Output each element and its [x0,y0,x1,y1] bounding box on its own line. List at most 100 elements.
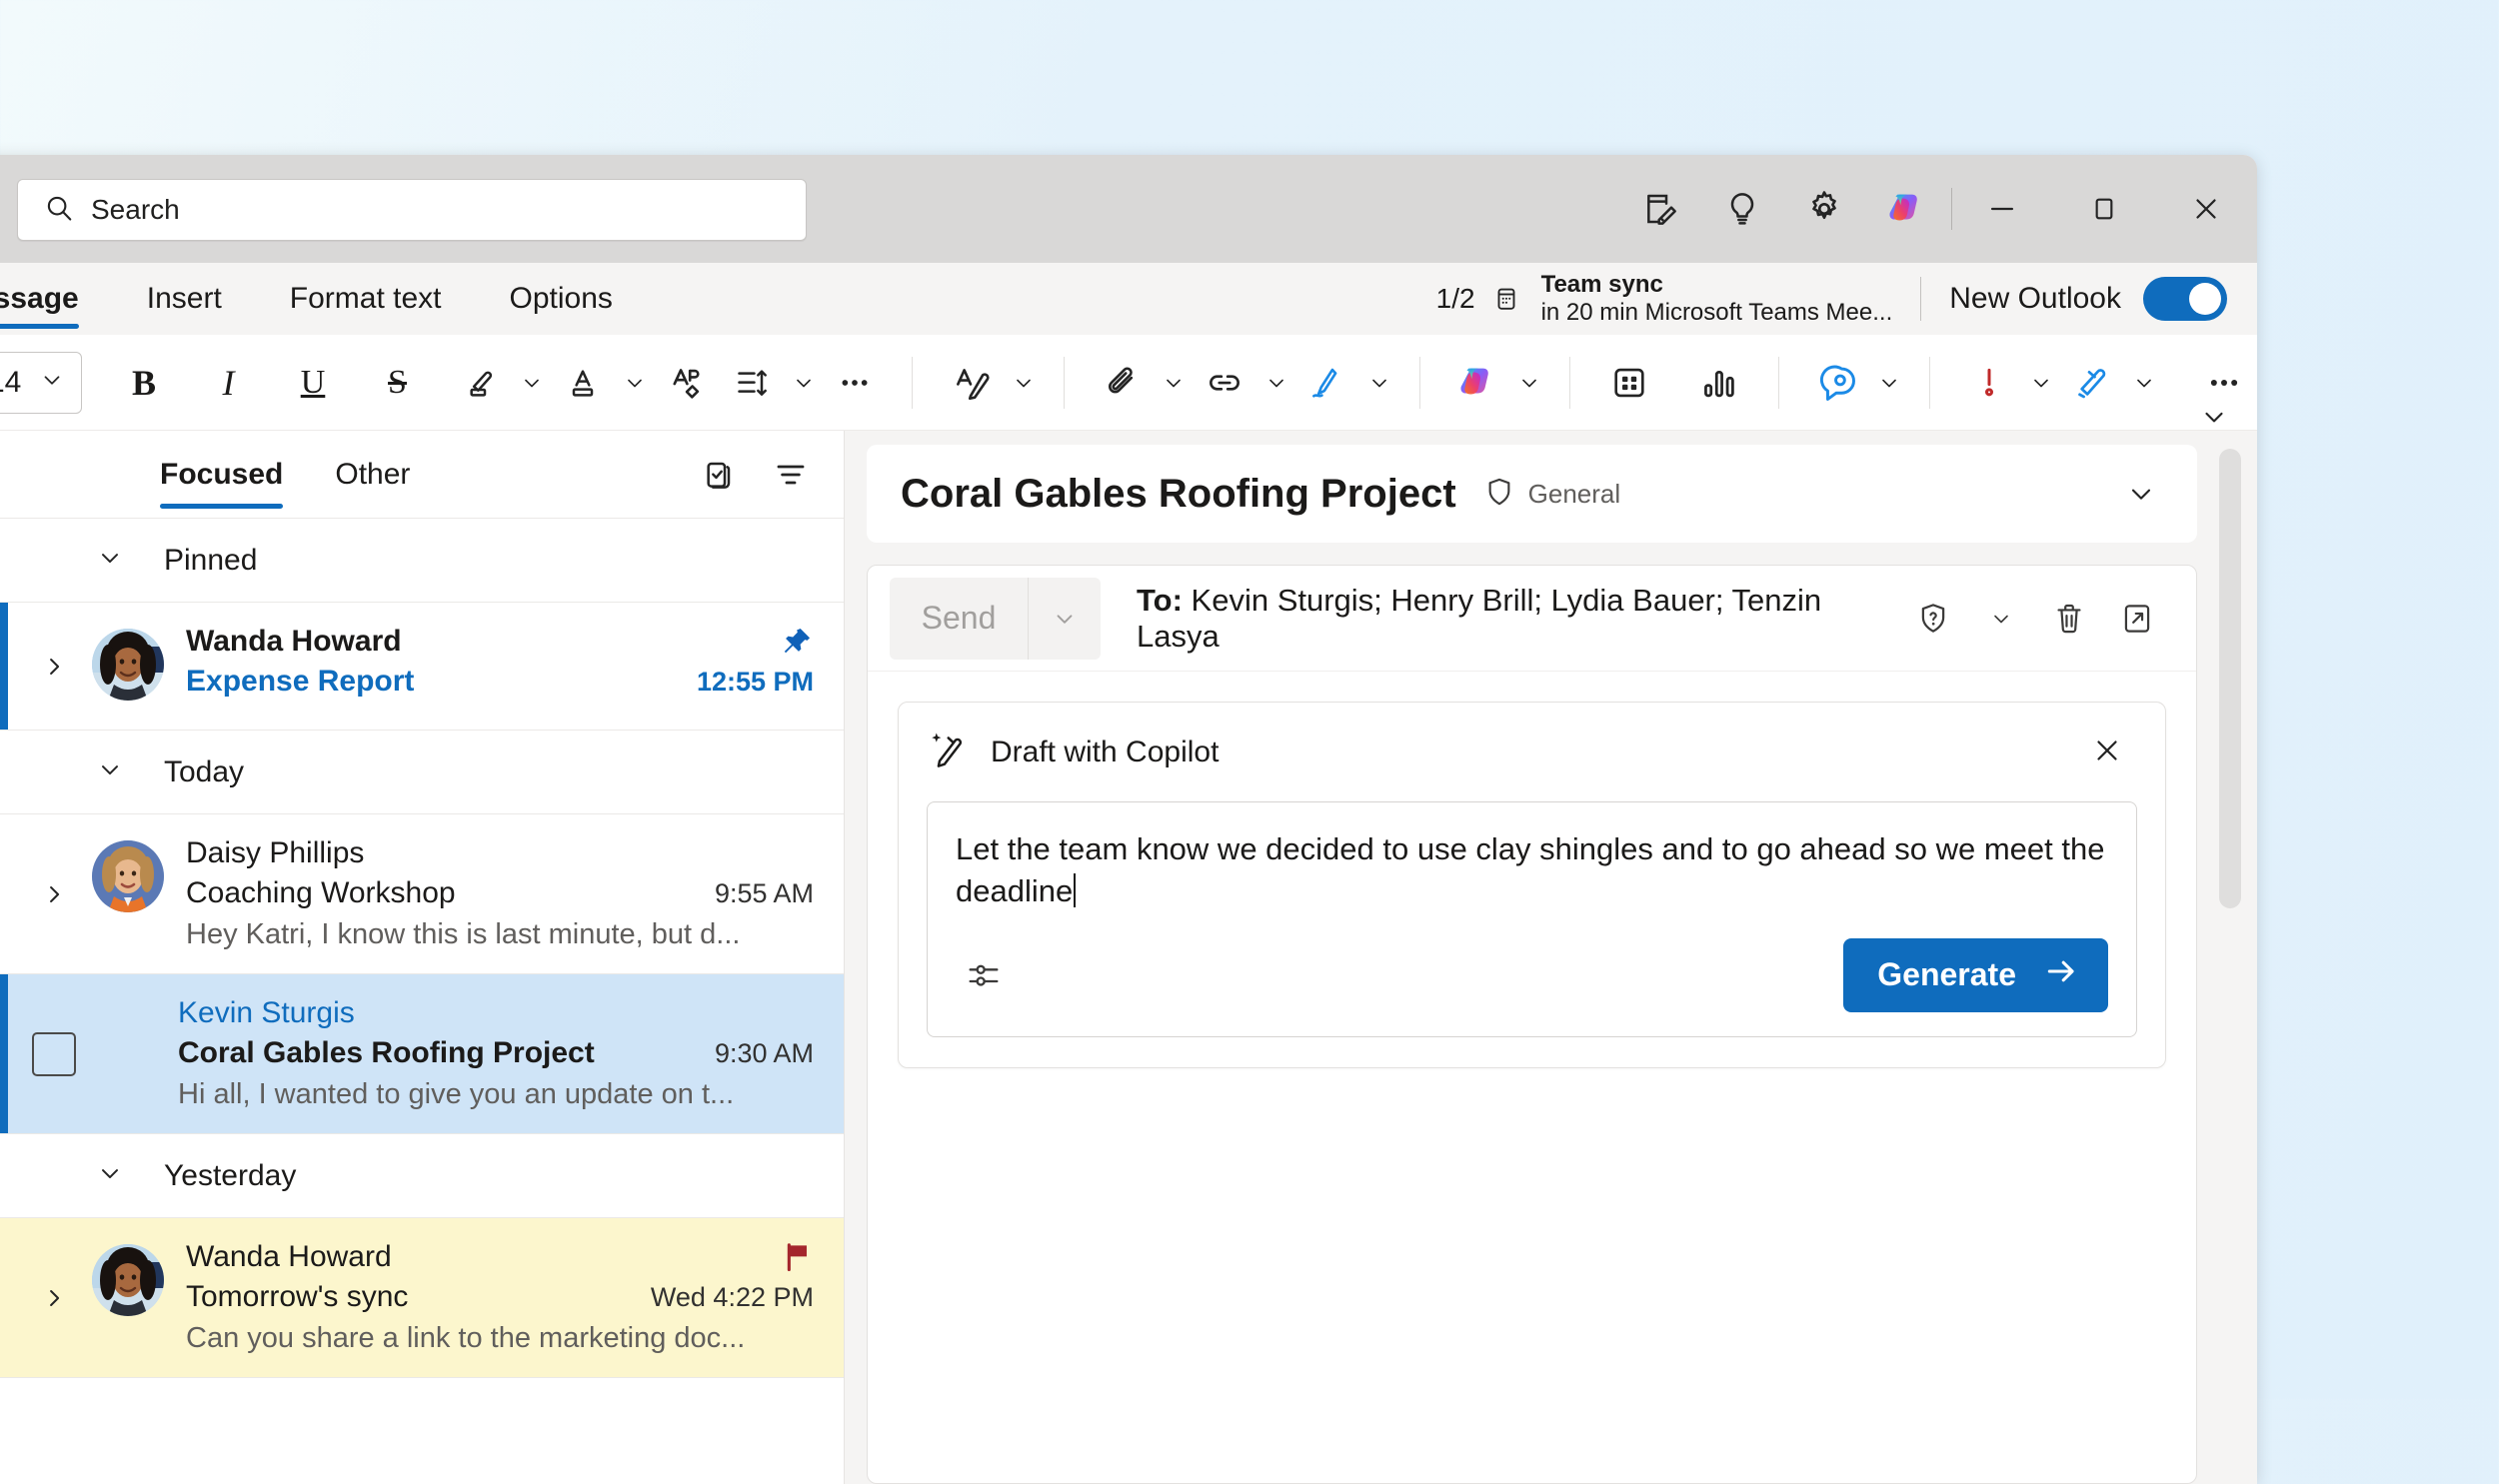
copilot-button[interactable] [1444,350,1510,416]
copilot-icon[interactable] [1865,173,1947,245]
tab-message[interactable]: Message [0,263,113,335]
pop-out-icon[interactable] [2106,588,2168,650]
immersive-reader-chevron-down-icon[interactable] [2125,350,2162,416]
tab-options[interactable]: Options [475,263,646,335]
font-color-button[interactable] [550,350,616,416]
compose-actions [1902,588,2196,650]
selected-accent-bar [0,974,8,1133]
chevron-right-icon[interactable] [24,625,84,708]
sender-name: Daisy Phillips [186,836,365,869]
editor-button[interactable] [939,350,1005,416]
pin-icon[interactable] [780,625,814,659]
chevron-right-icon[interactable] [24,1240,84,1355]
avatar [92,629,164,701]
signature-button[interactable] [1294,350,1360,416]
group-header-pinned[interactable]: Pinned [0,519,844,603]
meeting-info[interactable]: Team sync in 20 min Microsoft Teams Mee.… [1541,271,1893,328]
underline-button[interactable]: U [280,350,346,416]
generate-button[interactable]: Generate [1843,937,2108,1012]
reading-pane-scrollbar[interactable] [2219,449,2241,1484]
checkbox-icon [32,1031,76,1076]
trash-icon[interactable] [2038,588,2100,650]
lightbulb-icon[interactable] [1701,173,1783,245]
poll-button[interactable] [1686,350,1752,416]
immersive-reader-button[interactable] [2059,350,2125,416]
compose-header-chevron-down-icon[interactable] [2113,466,2169,522]
loop-button[interactable] [1804,350,1870,416]
select-all-icon[interactable] [688,444,750,506]
tab-format-text[interactable]: Format text [256,263,476,335]
shield-question-icon[interactable] [1902,588,1964,650]
insert-link-button[interactable] [1192,350,1257,416]
font-color-chevron-down-icon[interactable] [616,350,653,416]
font-size-input[interactable]: 14 [0,353,81,413]
send-button-group[interactable]: Send [890,577,1101,660]
importance-chevron-down-icon[interactable] [2022,350,2059,416]
list-item-content: Wanda Howard Expense Report 12:55 PM [186,625,814,708]
attach-chevron-down-icon[interactable] [1155,350,1192,416]
list-item[interactable]: Wanda Howard Expense Report 12:55 PM [0,603,844,731]
more-formatting-button[interactable] [822,350,888,416]
sensitivity-chevron-down-icon[interactable] [1970,588,2032,650]
gear-icon[interactable] [1783,173,1865,245]
generate-button-label: Generate [1877,956,2016,993]
minimize-button[interactable] [1951,155,2053,263]
flag-icon[interactable] [780,1240,814,1274]
group-header-yesterday[interactable]: Yesterday [0,1134,844,1218]
ribbon-tab-bar: Message Insert Format text Options 1/2 [0,263,2257,335]
strikethrough-button[interactable]: S [365,350,431,416]
font-controls: 14 [0,351,83,414]
message-checkbox[interactable] [24,996,84,1111]
new-outlook-toggle[interactable] [2143,277,2227,321]
timestamp: 9:30 AM [714,1037,814,1068]
close-icon[interactable] [2079,723,2135,778]
bold-button[interactable]: B [111,350,177,416]
highlight-color-button[interactable] [447,350,513,416]
sliders-icon[interactable] [956,947,1012,1003]
chevron-down-icon [96,544,124,577]
note-edit-icon[interactable] [1619,173,1701,245]
toolbar-divider-4 [1569,356,1570,409]
tab-focused[interactable]: Focused [160,431,284,519]
send-options-chevron-down-icon[interactable] [1029,578,1101,660]
line-spacing-chevron-down-icon[interactable] [785,350,822,416]
highlight-chevron-down-icon[interactable] [513,350,550,416]
unread-accent-bar [0,603,8,730]
group-header-today[interactable]: Today [0,731,844,814]
list-item[interactable]: Daisy Phillips Coaching Workshop 9:55 AM… [0,814,844,974]
list-item[interactable]: Kevin Sturgis Coral Gables Roofing Proje… [0,974,844,1134]
italic-button[interactable]: I [195,350,261,416]
signature-chevron-down-icon[interactable] [1360,350,1397,416]
attach-file-button[interactable] [1089,350,1155,416]
clear-formatting-button[interactable] [653,350,719,416]
tab-insert[interactable]: Insert [113,263,256,335]
chevron-right-icon[interactable] [24,836,84,951]
meeting-subtitle: in 20 min Microsoft Teams Mee... [1540,299,1893,326]
search-placeholder: Search [91,194,180,225]
search-input[interactable]: Search [17,179,807,241]
importance-button[interactable] [1956,350,2022,416]
line-spacing-button[interactable] [719,350,785,416]
compose-subject-bar: Coral Gables Roofing Project General [867,445,2197,543]
list-item[interactable]: Wanda Howard Tomorrow's sync Wed 4:22 PM [0,1218,844,1378]
close-button[interactable] [2155,155,2257,263]
copilot-chevron-down-icon[interactable] [1510,350,1547,416]
loop-chevron-down-icon[interactable] [1870,350,1907,416]
apps-button[interactable] [1596,350,1662,416]
copilot-card-title: Draft with Copilot [991,735,1220,768]
text-cursor [1074,872,1077,907]
to-field[interactable]: To: Kevin Sturgis; Henry Brill; Lydia Ba… [1137,583,1902,655]
link-chevron-down-icon[interactable] [1257,350,1294,416]
scrollbar-thumb[interactable] [2219,449,2241,908]
copilot-draft-icon [927,729,969,775]
tab-other[interactable]: Other [335,431,410,519]
titlebar-divider [1951,188,1952,230]
copilot-prompt-box[interactable]: Let the team know we decided to use clay… [927,801,2137,1037]
timestamp: Wed 4:22 PM [650,1281,814,1312]
ribbon-right-group: 1/2 Team sync in 20 min Microsoft Teams … [1436,263,2257,335]
filter-icon[interactable] [760,444,822,506]
send-button[interactable]: Send [890,578,1028,660]
editor-chevron-down-icon[interactable] [1005,350,1042,416]
maximize-button[interactable] [2053,155,2155,263]
sensitivity-label-group[interactable]: General [1482,475,1620,514]
